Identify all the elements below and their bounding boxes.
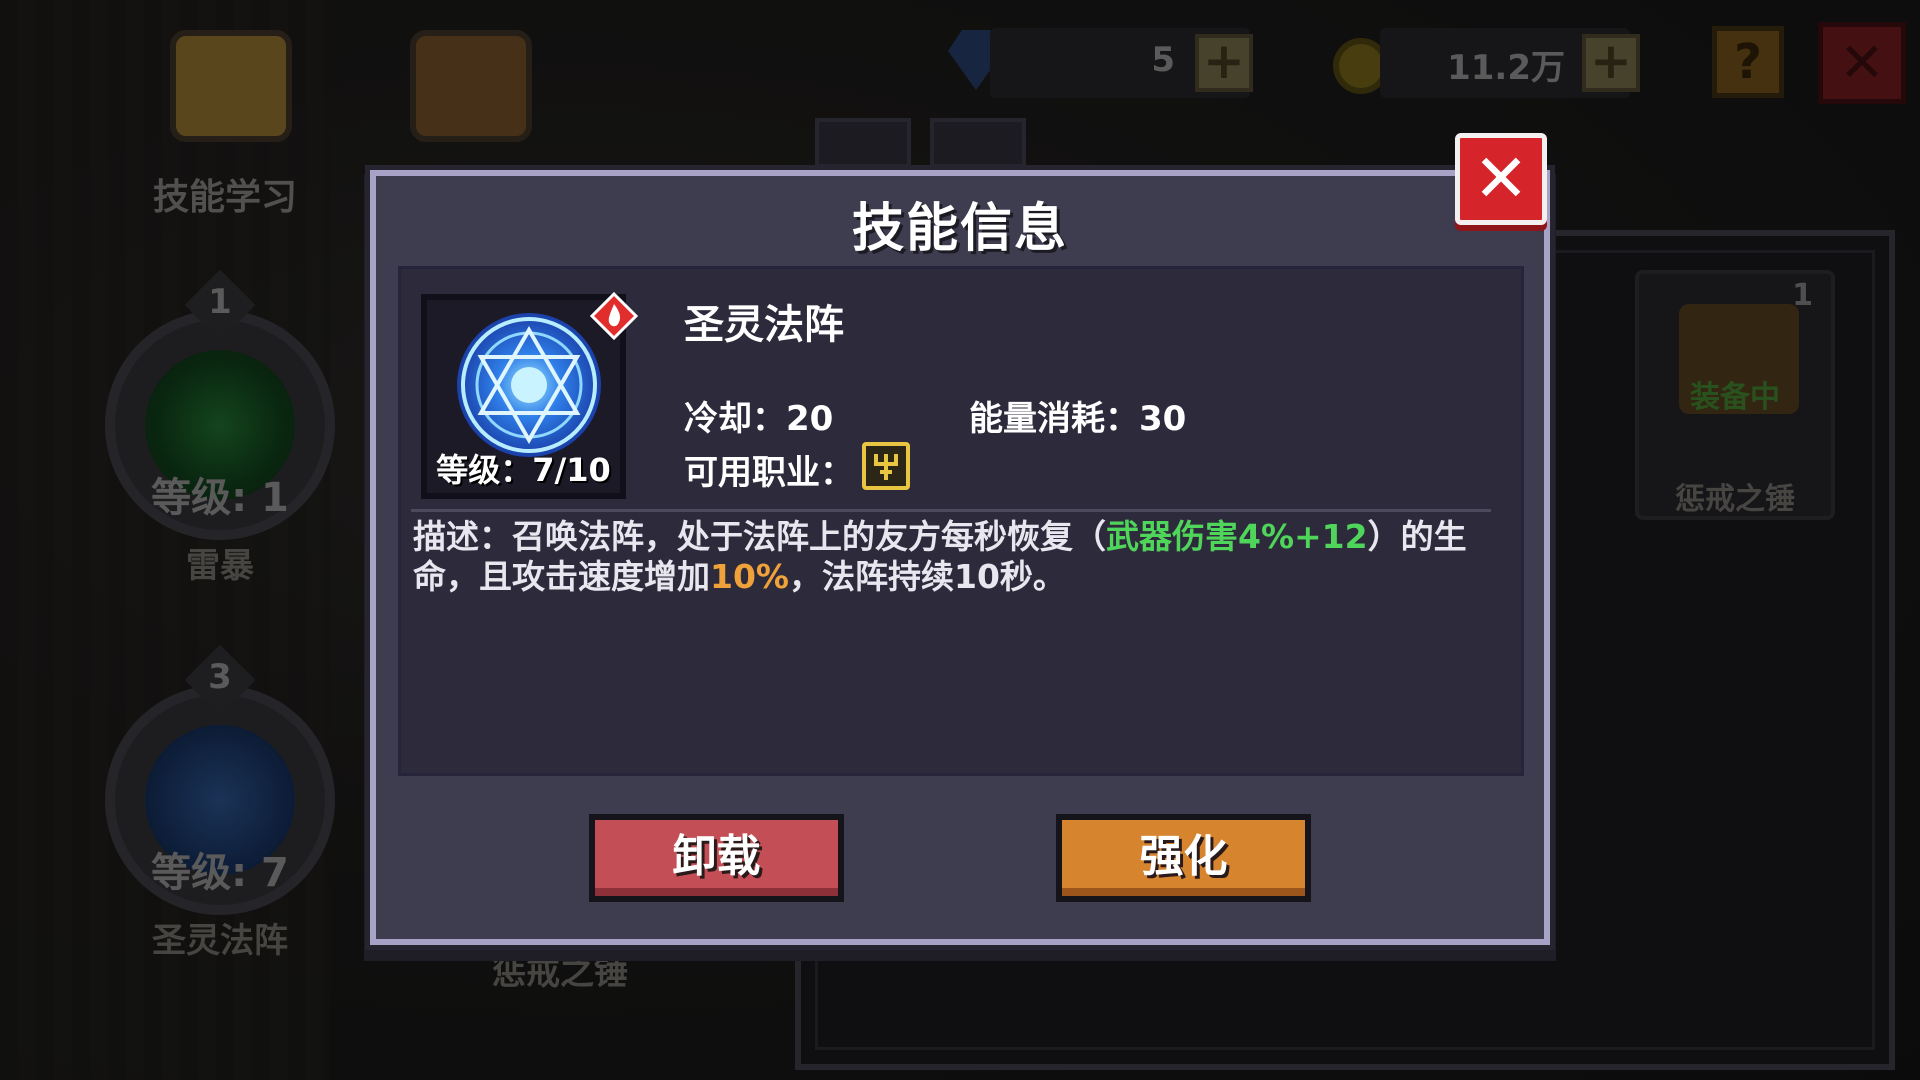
- trident-icon: [874, 454, 898, 480]
- close-icon: ✕: [1473, 140, 1529, 217]
- upgrade-button[interactable]: 强化: [1056, 814, 1311, 902]
- energy-stat: 能量消耗：30: [969, 391, 1186, 440]
- divider: [411, 509, 1491, 512]
- energy-value: 30: [1139, 399, 1187, 439]
- priest-class-icon: [862, 442, 910, 490]
- cooldown-label: 冷却：: [684, 399, 786, 439]
- unequip-button[interactable]: 卸载: [589, 814, 844, 902]
- skill-info-panel: 等级：7/10 圣灵法阵 冷却：20 能量消耗：30 可用职业： 描述：召唤法阵…: [398, 266, 1524, 776]
- holy-circle-icon: [457, 313, 601, 457]
- skill-info-dialog: 技能信息 等级：7/10 圣灵法阵 冷却：20 能量消耗：30 可用职业： 描述…: [370, 170, 1550, 945]
- close-dialog-button[interactable]: ✕: [1455, 133, 1547, 225]
- skill-level-text: 等级：7/10: [436, 451, 611, 489]
- description-text: ，法阵持续10秒。: [789, 557, 1066, 596]
- skill-description: 描述：召唤法阵，处于法阵上的友方每秒恢复（武器伤害4%+12）的生命，且攻击速度…: [413, 517, 1483, 597]
- dialog-title: 技能信息: [851, 199, 1068, 259]
- cooldown-stat: 冷却：20: [684, 391, 833, 440]
- description-text: 描述：召唤法阵，处于法阵上的友方每秒恢复（: [413, 517, 1106, 556]
- skill-icon-box: 等级：7/10: [421, 292, 638, 499]
- attack-speed-bonus: 10%: [710, 557, 789, 596]
- energy-label: 能量消耗：: [969, 399, 1139, 439]
- class-label: 可用职业：: [684, 453, 854, 493]
- heal-amount: 武器伤害4%+12: [1106, 517, 1368, 556]
- skill-name: 圣灵法阵: [684, 302, 844, 348]
- cooldown-value: 20: [786, 399, 834, 439]
- fire-element-icon: [590, 292, 638, 340]
